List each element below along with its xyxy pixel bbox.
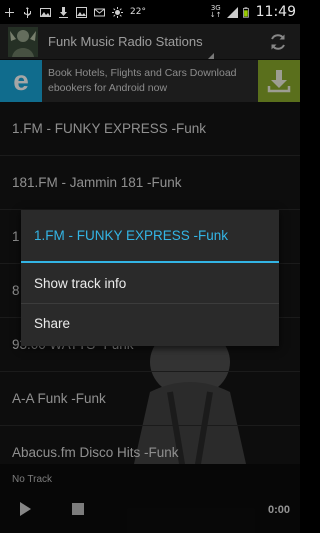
network-activity: ↓↑ xyxy=(209,11,222,19)
download-icon xyxy=(59,6,68,18)
share-option[interactable]: Share xyxy=(21,303,279,343)
email-icon xyxy=(94,8,105,16)
battery-icon xyxy=(242,6,249,18)
signal-icon xyxy=(226,6,238,18)
notification-icons: 22° xyxy=(4,6,146,18)
system-icons: 3G ↓↑ 11:49 xyxy=(210,4,296,20)
weather-icon xyxy=(112,6,123,18)
context-menu-dialog: 1.FM - FUNKY EXPRESS -Funk Show track in… xyxy=(21,210,279,346)
temperature: 22° xyxy=(130,7,146,17)
add-icon xyxy=(5,7,14,17)
dialog-title: 1.FM - FUNKY EXPRESS -Funk xyxy=(21,210,279,263)
show-track-info-option[interactable]: Show track info xyxy=(21,263,279,303)
clock: 11:49 xyxy=(255,4,296,20)
network-type: 3G ↓↑ xyxy=(210,5,222,19)
status-bar: 22° 3G ↓↑ 11:49 xyxy=(0,0,300,24)
image-icon xyxy=(40,7,51,17)
usb-icon xyxy=(24,6,31,18)
gallery-icon xyxy=(76,6,87,18)
